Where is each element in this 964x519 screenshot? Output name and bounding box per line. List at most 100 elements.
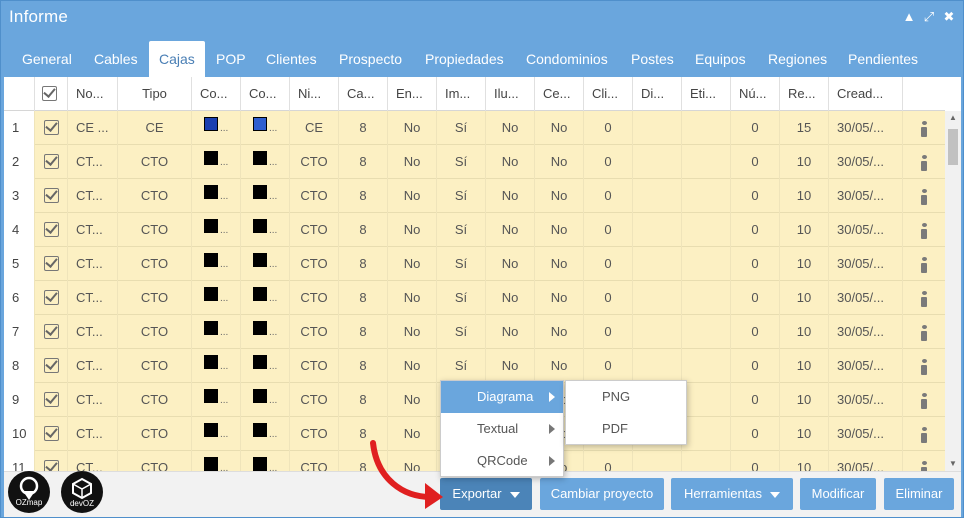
header-col[interactable]: Ca... <box>339 77 388 111</box>
header-col[interactable]: Re... <box>780 77 829 111</box>
menu-item-label: Textual <box>477 421 519 436</box>
checkbox-checked-icon[interactable] <box>43 459 59 471</box>
checkbox-checked-icon[interactable] <box>43 323 59 339</box>
scroll-thumb[interactable] <box>948 129 958 165</box>
checkbox-checked-icon[interactable] <box>43 187 59 203</box>
table-cell: CTO <box>290 247 339 281</box>
delete-button[interactable]: Eliminar <box>884 478 954 510</box>
tab-propiedades[interactable]: Propiedades <box>415 41 514 77</box>
modify-button[interactable]: Modificar <box>800 478 876 510</box>
tab-prospecto[interactable]: Prospecto <box>329 41 412 77</box>
table-row[interactable]: 7 CT... CTO...... CTO 8 No Sí No No 0 0 10 30/05/... <box>4 315 945 349</box>
menu-item-qrcode[interactable]: QRCode <box>441 445 563 477</box>
color-cell: ... <box>241 451 290 471</box>
tab-pendientes[interactable]: Pendientes <box>838 41 928 77</box>
header-col[interactable]: Co... <box>241 77 290 111</box>
close-icon[interactable]: ✖ <box>941 9 957 25</box>
checkbox-checked-icon[interactable] <box>43 289 59 305</box>
checkbox-checked-icon[interactable] <box>43 425 59 441</box>
submenu-item-pdf[interactable]: PDF <box>566 413 686 445</box>
info-icon[interactable] <box>921 358 927 375</box>
table-cell: 8 <box>339 247 388 281</box>
collapse-icon[interactable]: ▲ <box>901 9 917 25</box>
color-cell: ... <box>192 111 241 145</box>
header-col[interactable]: Di... <box>633 77 682 111</box>
tools-button[interactable]: Herramientas <box>671 478 793 510</box>
info-icon[interactable] <box>921 222 927 239</box>
vertical-scrollbar[interactable]: ▲ ▼ <box>945 111 961 471</box>
change-project-button[interactable]: Cambiar proyecto <box>540 478 664 510</box>
devoz-logo[interactable]: devOZ <box>61 471 103 513</box>
header-col[interactable]: Co... <box>192 77 241 111</box>
info-icon[interactable] <box>921 324 927 341</box>
header-col[interactable]: Ce... <box>535 77 584 111</box>
tab-pop[interactable]: POP <box>206 41 256 77</box>
scroll-up-icon[interactable]: ▲ <box>945 111 961 125</box>
table-cell: No <box>486 349 535 383</box>
header-col[interactable]: Eti... <box>682 77 731 111</box>
tab-regiones[interactable]: Regiones <box>758 41 837 77</box>
table-cell: 0 <box>731 383 780 417</box>
info-cell <box>903 417 945 451</box>
header-col[interactable]: En... <box>388 77 437 111</box>
tab-postes[interactable]: Postes <box>621 41 684 77</box>
table-row[interactable]: 6 CT... CTO...... CTO 8 No Sí No No 0 0 10 30/05/... <box>4 281 945 315</box>
table-row[interactable]: 5 CT... CTO...... CTO 8 No Sí No No 0 0 10 30/05/... <box>4 247 945 281</box>
header-select-all[interactable] <box>35 77 68 111</box>
table-row[interactable]: 1 CE ... CE...... CE 8 No Sí No No 0 0 15 30/05/... <box>4 111 945 145</box>
export-button[interactable]: Exportar <box>440 478 532 510</box>
checkbox-checked-icon[interactable] <box>43 255 59 271</box>
ellipsis: ... <box>269 292 278 304</box>
table-cell: No <box>486 111 535 145</box>
table-row[interactable]: 2 CT... CTO...... CTO 8 No Sí No No 0 0 10 30/05/... <box>4 145 945 179</box>
table-cell: CTO <box>290 315 339 349</box>
tab-general[interactable]: General <box>12 41 82 77</box>
ellipsis: ... <box>220 360 229 372</box>
info-icon[interactable] <box>921 460 927 471</box>
table-row[interactable]: 8 CT... CTO...... CTO 8 No Sí No No 0 0 10 30/05/... <box>4 349 945 383</box>
checkbox-checked-icon[interactable] <box>43 221 59 237</box>
checkbox-checked-icon[interactable] <box>43 357 59 373</box>
header-col[interactable]: Cli... <box>584 77 633 111</box>
ellipsis: ... <box>220 156 229 168</box>
color-cell: ... <box>241 349 290 383</box>
header-col[interactable]: Im... <box>437 77 486 111</box>
table-cell: Sí <box>437 349 486 383</box>
info-icon[interactable] <box>921 120 927 137</box>
checkbox-checked-icon[interactable] <box>43 119 59 135</box>
table-row[interactable]: 4 CT... CTO...... CTO 8 No Sí No No 0 0 10 30/05/... <box>4 213 945 247</box>
info-icon[interactable] <box>921 392 927 409</box>
header-col[interactable]: Cread... <box>829 77 903 111</box>
ozmap-logo[interactable]: OZmap <box>8 471 50 513</box>
checkbox-checked-icon[interactable] <box>43 153 59 169</box>
info-icon[interactable] <box>921 188 927 205</box>
header-col[interactable]: Ilu... <box>486 77 535 111</box>
info-icon[interactable] <box>921 426 927 443</box>
table-row[interactable]: 3 CT... CTO...... CTO 8 No Sí No No 0 0 10 30/05/... <box>4 179 945 213</box>
tab-cables[interactable]: Cables <box>84 41 148 77</box>
maximize-icon[interactable]: ⤢ <box>921 9 937 25</box>
table-cell: No <box>388 315 437 349</box>
info-icon[interactable] <box>921 154 927 171</box>
tab-clientes[interactable]: Clientes <box>256 41 327 77</box>
tab-equipos[interactable]: Equipos <box>685 41 756 77</box>
menu-item-textual[interactable]: Textual <box>441 413 563 445</box>
tab-condominios[interactable]: Condominios <box>516 41 618 77</box>
header-col[interactable]: No... <box>68 77 118 111</box>
ellipsis: ... <box>220 394 229 406</box>
checkbox-checked-icon[interactable] <box>43 391 59 407</box>
tools-button-label: Herramientas <box>683 486 763 501</box>
info-icon[interactable] <box>921 256 927 273</box>
table-cell: Sí <box>437 281 486 315</box>
menu-item-diagrama[interactable]: Diagrama <box>441 381 563 413</box>
select-all-checkbox-icon[interactable] <box>42 85 57 101</box>
color-swatch <box>204 456 218 471</box>
info-icon[interactable] <box>921 290 927 307</box>
scroll-down-icon[interactable]: ▼ <box>945 457 961 471</box>
header-col[interactable]: Nú... <box>731 77 780 111</box>
submenu-item-png[interactable]: PNG <box>566 381 686 413</box>
header-col[interactable]: Ni... <box>290 77 339 111</box>
header-col[interactable]: Tipo <box>118 77 192 111</box>
table-cell: 0 <box>584 247 633 281</box>
tab-cajas[interactable]: Cajas <box>149 41 205 77</box>
